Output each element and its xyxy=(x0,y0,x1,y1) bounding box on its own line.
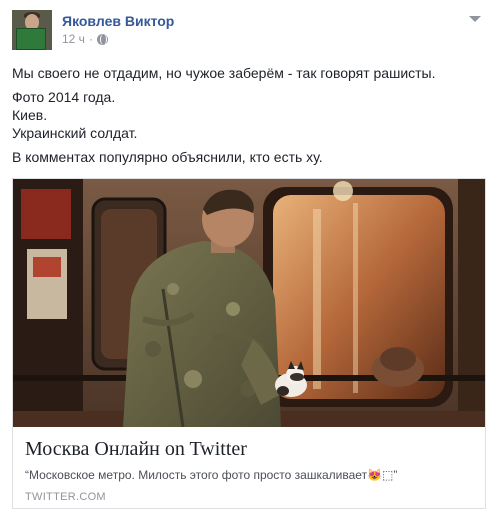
link-preview-body[interactable]: Москва Онлайн on Twitter “Московское мет… xyxy=(13,427,485,508)
avatar[interactable] xyxy=(12,10,52,50)
meta-separator: · xyxy=(88,32,93,46)
link-title[interactable]: Москва Онлайн on Twitter xyxy=(25,437,473,461)
globe-icon xyxy=(96,33,108,45)
post-paragraph: Мы своего не отдадим, но чужое заберём -… xyxy=(12,65,436,81)
facebook-post: Яковлев Виктор 12 ч · Мы своего не отдад… xyxy=(0,0,498,511)
post-paragraph: Киев. xyxy=(12,107,48,123)
post-paragraph: В комментах популярно объяснили, кто ест… xyxy=(12,149,323,165)
link-preview-card[interactable]: Москва Онлайн on Twitter “Московское мет… xyxy=(12,178,486,509)
post-paragraph: Украинский солдат. xyxy=(12,125,138,141)
author-name[interactable]: Яковлев Виктор xyxy=(62,13,174,29)
post-timestamp[interactable]: 12 ч xyxy=(62,32,85,46)
link-preview-image[interactable] xyxy=(13,179,485,427)
post-paragraph: Фото 2014 года. xyxy=(12,89,116,105)
post-text: Мы своего не отдадим, но чужое заберём -… xyxy=(12,64,482,172)
link-description: “Московское метро. Милость этого фото пр… xyxy=(25,468,398,482)
chevron-down-icon[interactable] xyxy=(468,14,482,24)
metro-photo-illustration xyxy=(13,179,485,427)
post-meta: 12 ч · xyxy=(62,32,108,46)
link-domain: TWITTER.COM xyxy=(25,491,106,503)
